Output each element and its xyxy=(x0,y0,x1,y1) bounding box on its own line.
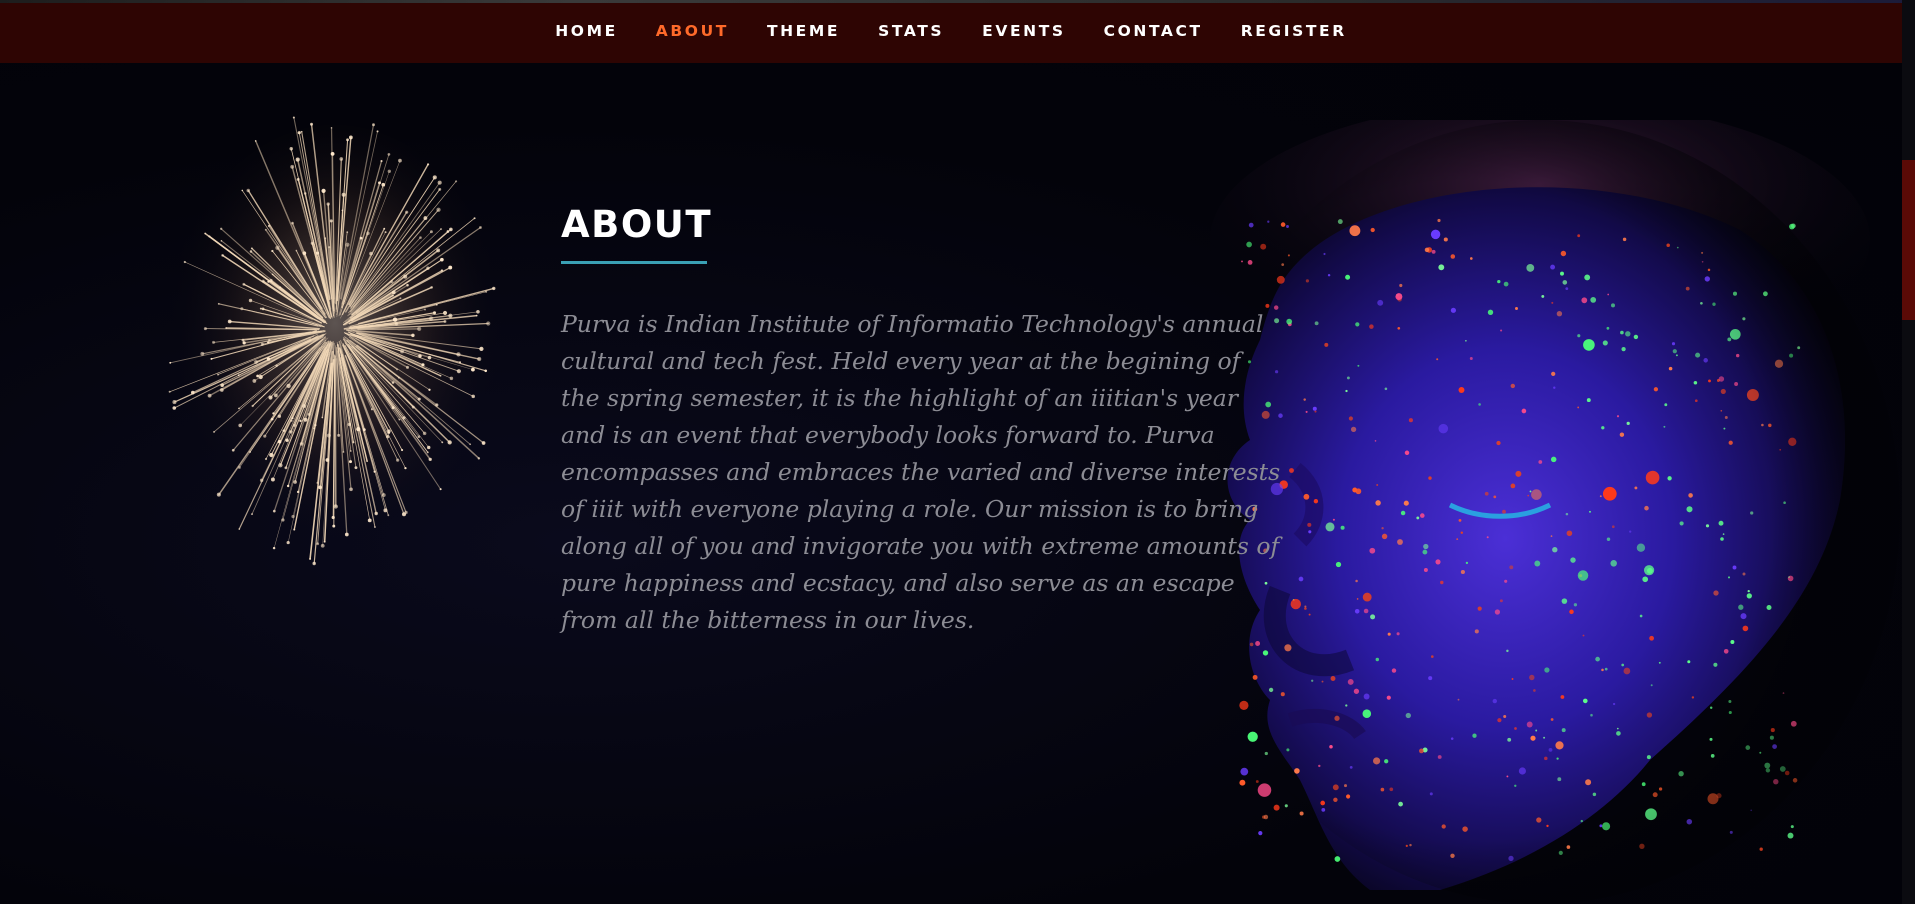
nav-item-register[interactable]: REGISTER xyxy=(1222,22,1366,40)
nav-item-events[interactable]: EVENTS xyxy=(963,22,1084,40)
nav-item-home[interactable]: HOME xyxy=(536,22,637,40)
nav-item-theme[interactable]: THEME xyxy=(748,22,859,40)
neon-paint-face-image xyxy=(1180,120,1900,904)
nav-item-contact[interactable]: CONTACT xyxy=(1085,22,1222,40)
about-description: Purva is Indian Institute of Informatio … xyxy=(561,310,1281,634)
nav-item-about[interactable]: ABOUT xyxy=(637,22,748,40)
heading-underline xyxy=(561,261,707,264)
page: HOME ABOUT THEME STATS EVENTS CONTACT RE… xyxy=(0,0,1915,904)
nav-item-stats[interactable]: STATS xyxy=(859,22,963,40)
scrollbar-thumb[interactable] xyxy=(1902,160,1915,320)
firework-image xyxy=(165,116,505,566)
scrollbar[interactable] xyxy=(1902,0,1915,904)
navbar: HOME ABOUT THEME STATS EVENTS CONTACT RE… xyxy=(0,3,1902,63)
about-heading: ABOUT xyxy=(561,203,713,246)
nav-list: HOME ABOUT THEME STATS EVENTS CONTACT RE… xyxy=(536,22,1366,40)
